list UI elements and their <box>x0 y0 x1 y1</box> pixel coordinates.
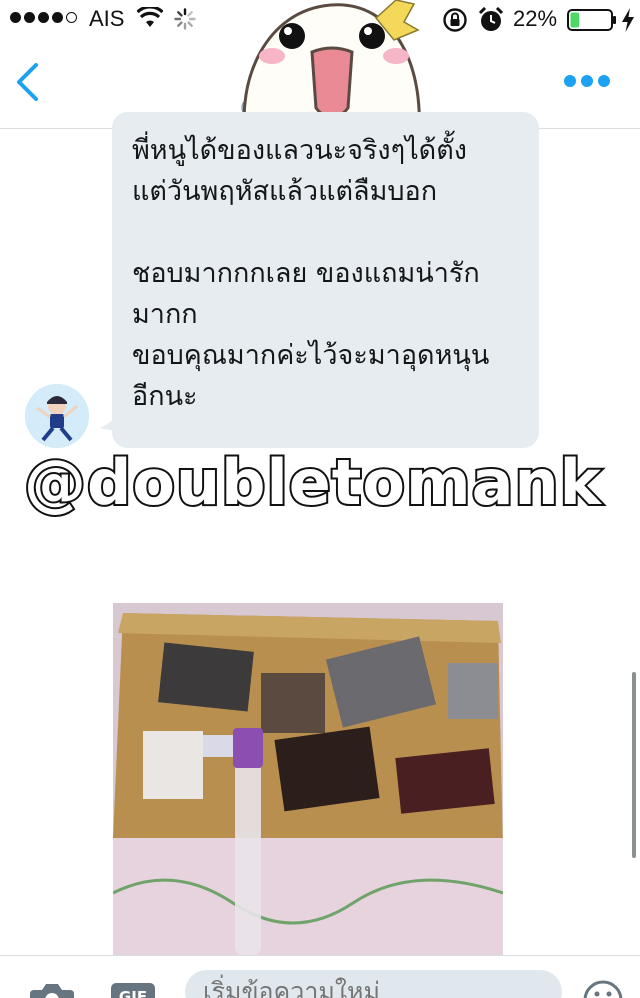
message-text-line: มากก <box>132 299 198 330</box>
message-text-line: ขอบคุณมากค่ะไว้จะมาอุดหนุน <box>132 340 490 371</box>
compose-bar: GIF <box>0 955 640 998</box>
scrollbar[interactable] <box>632 672 636 858</box>
carrier-name: AIS <box>89 6 125 31</box>
battery-icon <box>567 9 616 31</box>
received-message-bubble[interactable]: พี่หนูได้ของแลวนะจริงๆได้ตั้ง แต่วันพฤหั… <box>112 112 539 448</box>
more-icon[interactable] <box>564 75 610 87</box>
charging-icon <box>622 8 634 32</box>
camera-icon[interactable] <box>30 984 74 998</box>
message-input[interactable] <box>185 970 562 998</box>
message-text-line: พี่หนูได้ของแลวนะจริงๆได้ตั้ง <box>132 135 467 166</box>
spinner-icon <box>174 8 196 30</box>
message-text-line: อีกนะ <box>132 381 198 412</box>
sender-avatar[interactable] <box>25 384 89 448</box>
message-text-line: แต่วันพฤหัสแล้วแต่ลืมบอก <box>132 176 438 207</box>
gif-button[interactable]: GIF <box>111 983 155 998</box>
message-text-line: ชอบมากกกเลย ของแถมน่ารัก <box>132 258 480 289</box>
wifi-icon <box>137 7 163 27</box>
photo-message[interactable] <box>113 603 503 955</box>
alarm-icon <box>479 7 503 31</box>
back-icon[interactable] <box>14 62 40 102</box>
battery-percentage: 22% <box>513 6 558 31</box>
watermark-handle: @doubletomank <box>22 444 603 521</box>
signal-strength-icon <box>10 12 77 23</box>
lock-rotation-icon <box>443 8 467 32</box>
emoji-icon[interactable] <box>583 978 623 998</box>
